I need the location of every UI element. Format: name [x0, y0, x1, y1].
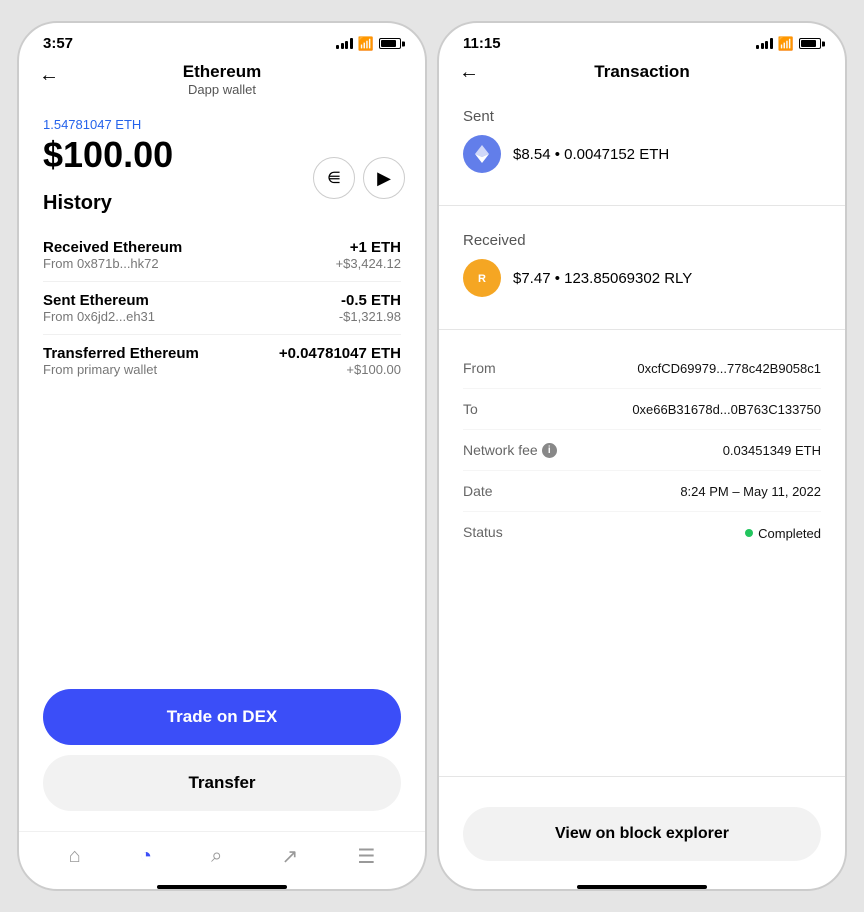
sent-section: Sent $8.54 • 0.0047152 ETH [439, 92, 845, 195]
nav-portfolio[interactable]: ◔ [140, 845, 152, 868]
status-bar-2: 11:15 📶 [439, 23, 845, 58]
tx-item-0[interactable]: Received Ethereum +1 ETH From 0x871b...h… [43, 229, 401, 282]
tx-usd-2: +$100.00 [346, 362, 401, 377]
status-label: Status [463, 524, 503, 540]
screen2-bottom: View on block explorer [439, 787, 845, 877]
battery-icon-1 [379, 38, 401, 49]
detail-to: To 0xe66B31678d...0B763C133750 [463, 389, 821, 430]
received-token-row: R $7.47 • 123.85069302 RLY [463, 259, 821, 297]
tx-amount-1: -0.5 ETH [341, 292, 401, 309]
home-indicator-2 [577, 885, 707, 889]
page-title-2: Transaction [594, 62, 689, 82]
fee-label: Network fee i [463, 442, 557, 458]
qr-icon: ⋹ [327, 168, 341, 188]
home-icon: ⌂ [69, 845, 81, 868]
tx-item-1[interactable]: Sent Ethereum -0.5 ETH From 0x6jd2...eh3… [43, 282, 401, 335]
signal-icon-2 [756, 38, 773, 49]
info-icon: i [542, 443, 557, 458]
home-indicator-1 [157, 885, 287, 889]
block-explorer-button[interactable]: View on block explorer [463, 807, 821, 861]
tx-usd-1: -$1,321.98 [339, 309, 401, 324]
trade-dex-button[interactable]: Trade on DEX [43, 689, 401, 745]
action-buttons: ⋹ ▶ [313, 157, 405, 199]
trending-icon: ↗ [281, 844, 298, 869]
status-bar-1: 3:57 📶 [19, 23, 425, 58]
tx-name-1: Sent Ethereum [43, 292, 149, 309]
detail-rows: From 0xcfCD69979...778c42B9058c1 To 0xe6… [439, 340, 845, 561]
tx-from-2: From primary wallet [43, 362, 157, 377]
tx-usd-0: +$3,424.12 [336, 256, 401, 271]
back-button-2[interactable]: ← [459, 61, 479, 84]
sent-label: Sent [463, 108, 821, 125]
wifi-icon-1: 📶 [358, 36, 374, 52]
tx-name-2: Transferred Ethereum [43, 345, 199, 362]
eth-token-icon [463, 135, 501, 173]
detail-status: Status Completed [463, 512, 821, 553]
send-button[interactable]: ▶ [363, 157, 405, 199]
balance-section: 1.54781047 ETH $100.00 ⋹ ▶ [19, 107, 425, 192]
page-title-1: Ethereum [183, 62, 261, 82]
status-value: Completed [745, 526, 821, 541]
rly-token-icon: R [463, 259, 501, 297]
divider-1 [439, 205, 845, 206]
battery-icon-2 [799, 38, 821, 49]
tx-from-0: From 0x871b...hk72 [43, 256, 159, 271]
date-value: 8:24 PM – May 11, 2022 [680, 484, 821, 499]
wallet-subtitle: Dapp wallet [188, 82, 256, 97]
nav-search[interactable]: ⌕ [211, 845, 222, 868]
received-amount: $7.47 • 123.85069302 RLY [513, 270, 692, 287]
detail-fee: Network fee i 0.03451349 ETH [463, 430, 821, 471]
wifi-icon-2: 📶 [778, 36, 794, 52]
qr-button[interactable]: ⋹ [313, 157, 355, 199]
time-2: 11:15 [463, 35, 501, 52]
search-icon: ⌕ [211, 845, 222, 868]
nav-home[interactable]: ⌂ [69, 845, 81, 868]
date-label: Date [463, 483, 493, 499]
sent-amount: $8.54 • 0.0047152 ETH [513, 146, 669, 163]
tx-item-2[interactable]: Transferred Ethereum +0.04781047 ETH Fro… [43, 335, 401, 387]
nav-trending[interactable]: ↗ [281, 844, 298, 869]
divider-3 [439, 776, 845, 777]
bottom-nav: ⌂ ◔ ⌕ ↗ ☰ [19, 831, 425, 877]
menu-icon: ☰ [357, 844, 375, 869]
tx-name-0: Received Ethereum [43, 239, 182, 256]
transfer-button[interactable]: Transfer [43, 755, 401, 811]
to-label: To [463, 401, 478, 417]
history-section: History Received Ethereum +1 ETH From 0x… [19, 192, 425, 673]
detail-from: From 0xcfCD69979...778c42B9058c1 [463, 348, 821, 389]
from-value: 0xcfCD69979...778c42B9058c1 [637, 361, 821, 376]
divider-2 [439, 329, 845, 330]
fee-value: 0.03451349 ETH [723, 443, 821, 458]
status-dot [745, 529, 753, 537]
screen2-header: ← Transaction [439, 58, 845, 92]
tx-from-1: From 0x6jd2...eh31 [43, 309, 155, 324]
tx-amount-0: +1 ETH [350, 239, 401, 256]
status-icons-1: 📶 [336, 36, 401, 52]
sent-token-row: $8.54 • 0.0047152 ETH [463, 135, 821, 173]
from-label: From [463, 360, 496, 376]
phone-screen-2: 11:15 📶 ← Transaction Sent [437, 21, 847, 891]
nav-menu[interactable]: ☰ [357, 844, 375, 869]
tx-amount-2: +0.04781047 ETH [279, 345, 401, 362]
status-icons-2: 📶 [756, 36, 821, 52]
to-value: 0xe66B31678d...0B763C133750 [632, 402, 821, 417]
back-button-1[interactable]: ← [39, 64, 59, 87]
received-section: Received R $7.47 • 123.85069302 RLY [439, 216, 845, 319]
phone-screen-1: 3:57 📶 ← Ethereum Dapp wallet [17, 21, 427, 891]
send-icon: ▶ [377, 168, 391, 189]
eth-amount: 1.54781047 ETH [43, 117, 401, 132]
time-1: 3:57 [43, 35, 73, 52]
detail-date: Date 8:24 PM – May 11, 2022 [463, 471, 821, 512]
screen1-header: ← Ethereum Dapp wallet [19, 58, 425, 107]
chart-pie-icon: ◔ [140, 845, 152, 868]
signal-icon-1 [336, 38, 353, 49]
received-label: Received [463, 232, 821, 249]
svg-text:R: R [478, 273, 486, 285]
bottom-buttons: Trade on DEX Transfer [19, 673, 425, 831]
